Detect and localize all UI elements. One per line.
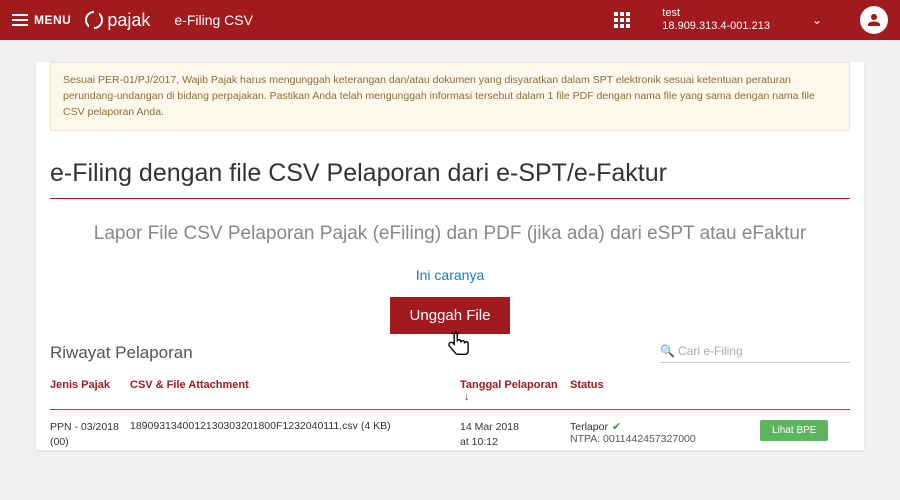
th-tanggal[interactable]: Tanggal Pelaporan ↓ bbox=[460, 379, 570, 403]
menu-button[interactable]: MENU bbox=[12, 13, 71, 27]
topbar: MENU pajak e-Filing CSV test 18.909.313.… bbox=[0, 0, 900, 40]
search-field-wrap: 🔍 bbox=[660, 342, 850, 363]
page-title: e-Filing dengan file CSV Pelaporan dari … bbox=[36, 131, 864, 198]
logo: pajak bbox=[85, 10, 150, 31]
account-avatar[interactable] bbox=[860, 6, 888, 34]
table-header: Jenis Pajak CSV & File Attachment Tangga… bbox=[50, 373, 850, 410]
apps-grid-icon[interactable] bbox=[614, 12, 630, 28]
search-input[interactable] bbox=[660, 344, 850, 358]
chevron-down-icon[interactable]: ⌄ bbox=[812, 13, 822, 27]
search-icon: 🔍 bbox=[660, 344, 675, 358]
check-icon: ✔ bbox=[612, 420, 621, 433]
cell-jenis: PPN - 03/2018 (00) bbox=[50, 420, 130, 449]
howto-link[interactable]: Ini caranya bbox=[416, 267, 484, 283]
cell-status: Terlapor ✔ NTPA: 0011442457327000 bbox=[570, 420, 760, 449]
main-card: Sesuai PER-01/PJ/2017, Wajib Pajak harus… bbox=[36, 62, 864, 450]
logo-text: pajak bbox=[107, 10, 150, 31]
upload-file-button[interactable]: Unggah File bbox=[390, 297, 511, 334]
user-name: test bbox=[662, 7, 770, 20]
table-row: PPN - 03/2018 (00) 189093134001213030320… bbox=[50, 410, 850, 449]
view-bpe-button[interactable]: Lihat BPE bbox=[760, 420, 828, 441]
sort-desc-icon: ↓ bbox=[464, 391, 470, 403]
app-title: e-Filing CSV bbox=[174, 12, 253, 28]
page-subtitle: Lapor File CSV Pelaporan Pajak (eFiling)… bbox=[36, 223, 864, 267]
person-icon bbox=[865, 11, 883, 29]
cell-tanggal: 14 Mar 2018 at 10:12 bbox=[460, 420, 570, 449]
cell-csv: 1890931340012130303201800F1232040111.csv… bbox=[130, 420, 460, 449]
th-csv[interactable]: CSV & File Attachment bbox=[130, 379, 460, 403]
hamburger-icon bbox=[12, 14, 28, 26]
menu-label: MENU bbox=[34, 13, 71, 27]
notice-banner: Sesuai PER-01/PJ/2017, Wajib Pajak harus… bbox=[50, 62, 850, 131]
history-table: Jenis Pajak CSV & File Attachment Tangga… bbox=[50, 373, 850, 449]
history-title: Riwayat Pelaporan bbox=[50, 343, 193, 363]
th-status[interactable]: Status bbox=[570, 379, 760, 403]
user-dropdown[interactable]: test 18.909.313.4-001.213 bbox=[662, 7, 770, 33]
logo-icon bbox=[85, 11, 103, 29]
user-id: 18.909.313.4-001.213 bbox=[662, 20, 770, 33]
title-divider bbox=[50, 198, 850, 199]
th-jenis[interactable]: Jenis Pajak bbox=[50, 379, 130, 403]
